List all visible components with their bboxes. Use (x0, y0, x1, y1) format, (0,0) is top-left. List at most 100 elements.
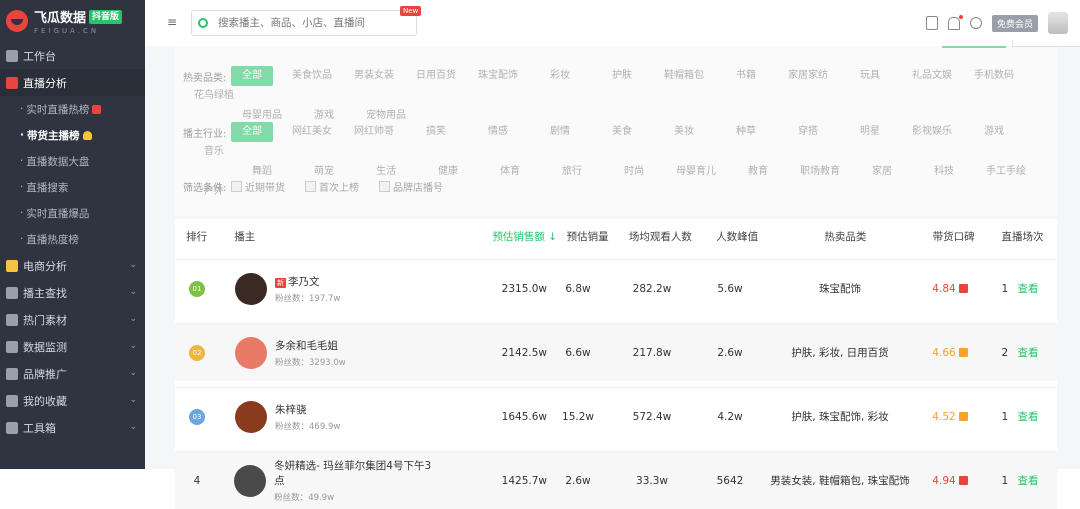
sales-cell: 1645.6w (501, 410, 547, 423)
search-input[interactable] (216, 16, 400, 30)
avg-viewers-cell: 572.4w (632, 410, 672, 423)
rank-cell: 03 (175, 408, 219, 425)
column-header[interactable]: 热卖品类 (772, 229, 920, 244)
filter-chip[interactable]: 日用百货 (405, 66, 467, 86)
sidebar-item-6[interactable]: 品牌推广 ⌄ (0, 360, 145, 387)
anchor-name[interactable]: 新李乃文 (275, 274, 340, 289)
view-link[interactable]: 查看 (1018, 411, 1039, 423)
filter-chip[interactable]: 手机数码 (963, 66, 1025, 86)
search-box[interactable] (191, 10, 417, 36)
anchor-name[interactable]: 冬妍精选- 玛丝菲尔集团4号下午3点 (274, 458, 433, 488)
filter-chip[interactable]: 珠宝配饰 (467, 66, 529, 86)
column-header[interactable]: 人数峰值 (703, 229, 772, 244)
filter-chip[interactable]: 明星 (839, 122, 901, 142)
filter-chip[interactable]: 全部 (231, 122, 273, 142)
filter-chip[interactable]: 书籍 (715, 66, 777, 86)
checkbox[interactable] (231, 181, 242, 192)
filter-chip[interactable]: 护肤 (591, 66, 653, 86)
filter-chip[interactable]: 美食 (591, 122, 653, 142)
sidebar-item-3[interactable]: 播主查找 ⌄ (0, 279, 145, 306)
column-header[interactable]: 预估销售额 ↓ (445, 229, 557, 244)
member-badge[interactable]: 免费会员 (991, 14, 1038, 32)
menu-toggle-icon[interactable]: ≡ (167, 15, 177, 29)
filter-chip[interactable]: 男装女装 (343, 66, 405, 86)
primary-button[interactable] (942, 40, 1006, 48)
column-header[interactable]: 带货口碑 (919, 229, 988, 244)
filter-chip[interactable]: 首次上榜 (305, 179, 359, 194)
anchor-avatar[interactable] (235, 400, 267, 433)
category-cell: 珠宝配饰 (819, 283, 861, 295)
filter-chip[interactable]: 搞笑 (405, 122, 467, 142)
sidebar-subitem-2[interactable]: 直播数据大盘 (0, 148, 145, 174)
bell-icon[interactable] (947, 14, 963, 30)
filter-chip[interactable]: 家居家纺 (777, 66, 839, 86)
filter-chip[interactable]: 玩具 (839, 66, 901, 86)
sidebar-item-label: 电商分析 (23, 259, 67, 273)
anchor-avatar[interactable] (235, 272, 267, 305)
column-header[interactable]: 预估销量 (557, 229, 618, 244)
sidebar-item-7[interactable]: 我的收藏 ⌄ (0, 387, 145, 414)
filter-chip[interactable]: 穿搭 (777, 122, 839, 142)
filter-chip[interactable]: 花鸟绿植 (183, 86, 245, 106)
anchor-cell[interactable]: 冬妍精选- 玛丝菲尔集团4号下午3点 粉丝数：49.9w (219, 458, 433, 503)
secondary-button[interactable] (1012, 40, 1080, 47)
table-row[interactable]: 02 多余和毛毛姐 粉丝数：3293.0w 2142.5w 6.6w 217.8… (175, 323, 1057, 381)
sidebar-subitem-0[interactable]: 实时直播热榜 (0, 96, 145, 122)
sidebar-item-1[interactable]: 直播分析 (0, 69, 145, 96)
sidebar-subitem-1[interactable]: 带货主播榜 (0, 122, 145, 148)
filter-chip[interactable]: 音乐 (183, 142, 245, 162)
table-row[interactable]: 4 冬妍精选- 玛丝菲尔集团4号下午3点 粉丝数：49.9w 1425.7w 2… (175, 451, 1057, 509)
view-link[interactable]: 查看 (1018, 475, 1039, 487)
fans-prefix: 粉丝数： (275, 357, 310, 368)
column-header[interactable]: 场均观看人数 (618, 229, 703, 244)
chevron-down-icon: ⌄ (129, 260, 137, 270)
filter-chip[interactable]: 情感 (467, 122, 529, 142)
anchor-cell[interactable]: 多余和毛毛姐 粉丝数：3293.0w (219, 336, 433, 369)
filter-chip[interactable]: 鞋帽箱包 (653, 66, 715, 86)
filter-chip[interactable]: 影视娱乐 (901, 122, 963, 142)
filter-chip[interactable]: 种草 (715, 122, 777, 142)
sidebar-item-0[interactable]: 工作台 (0, 42, 145, 69)
filter-chip[interactable]: 剧情 (529, 122, 591, 142)
headset-icon[interactable] (969, 17, 982, 29)
checkbox[interactable] (379, 181, 390, 192)
sidebar-subitem-4[interactable]: 实时直播爆品 (0, 200, 145, 226)
filter-chip[interactable]: 网红美女 (281, 122, 343, 142)
filter-chip[interactable]: 近期带货 (231, 179, 285, 194)
sidebar-item-label: 播主查找 (23, 286, 67, 300)
anchor-avatar[interactable] (234, 464, 267, 497)
peak-cell: 2.6w (717, 346, 743, 359)
filter-chip[interactable]: 美妆 (653, 122, 715, 142)
user-avatar[interactable] (1048, 12, 1068, 34)
anchor-name[interactable]: 朱梓骁 (275, 402, 340, 417)
sidebar-item-5[interactable]: 数据监测 ⌄ (0, 333, 145, 360)
fans-value: 49.9w (308, 493, 335, 503)
table-row[interactable]: 03 朱梓骁 粉丝数：469.9w 1645.6w 15.2w 572.4w 4… (175, 387, 1057, 445)
sidebar-item-2[interactable]: 电商分析 ⌄ (0, 252, 145, 279)
logo[interactable]: 飞瓜数据 抖音版 FEIGUA.CN (0, 0, 145, 42)
phone-icon[interactable] (925, 16, 938, 30)
sales-cell: 2142.5w (501, 346, 547, 359)
sidebar-subitem-5[interactable]: 直播热度榜 (0, 226, 145, 252)
filter-chip[interactable]: 彩妆 (529, 66, 591, 86)
sidebar-item-4[interactable]: 热门素材 ⌄ (0, 306, 145, 333)
anchor-cell[interactable]: 朱梓骁 粉丝数：469.9w (219, 400, 433, 433)
view-link[interactable]: 查看 (1018, 347, 1039, 359)
anchor-name[interactable]: 多余和毛毛姐 (275, 338, 346, 353)
anchor-cell[interactable]: 新李乃文 粉丝数：197.7w (219, 272, 433, 305)
table-row[interactable]: 01 新李乃文 粉丝数：197.7w 2315.0w 6.8w 282.2w 5… (175, 259, 1057, 317)
anchor-avatar[interactable] (235, 336, 267, 369)
rank-cell: 02 (175, 344, 219, 361)
column-header[interactable]: 直播场次 (988, 229, 1057, 244)
filter-chip[interactable]: 美食饮品 (281, 66, 343, 86)
filter-chip[interactable]: 品牌店播号 (379, 179, 443, 194)
filter-chip[interactable]: 礼品文娱 (901, 66, 963, 86)
checkbox[interactable] (305, 181, 316, 192)
sidebar-subitem-3[interactable]: 直播搜索 (0, 174, 145, 200)
category-cell: 护肤, 彩妆, 日用百货 (791, 347, 889, 359)
view-link[interactable]: 查看 (1018, 283, 1039, 295)
filter-chip[interactable]: 全部 (231, 66, 273, 86)
sidebar-item-8[interactable]: 工具箱 ⌄ (0, 414, 145, 441)
filter-chip[interactable]: 网红帅哥 (343, 122, 405, 142)
filter-chip[interactable]: 游戏 (963, 122, 1025, 142)
